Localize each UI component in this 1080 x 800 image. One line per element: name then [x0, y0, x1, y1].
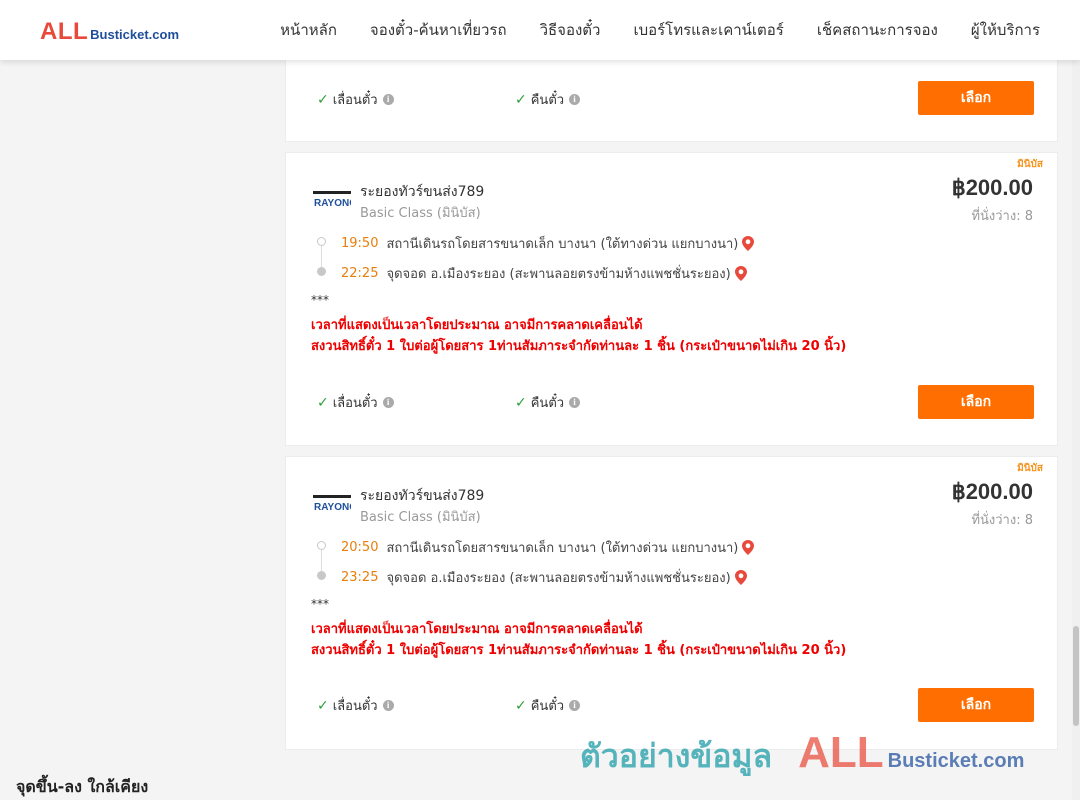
check-icon: ✓	[515, 91, 527, 108]
info-icon[interactable]: i	[382, 94, 394, 105]
operator-logo-icon: RAYONG	[313, 191, 351, 209]
trip-note: สงวนสิทธิ์ตั๋ว 1 ใบต่อผู้โดยสาร 1ท่านสัม…	[311, 339, 847, 354]
nav-how-to-book[interactable]: วิธีจองตั๋ว	[540, 18, 601, 42]
feature-refund-label: คืนตั๋ว	[530, 396, 565, 411]
note-stars: ***	[311, 293, 329, 307]
nearby-points-heading: จุดขึ้น-ลง ใกล้เคียง	[16, 777, 149, 796]
feature-reschedule[interactable]: ✓ เลื่อนตั๋ว i	[317, 89, 394, 110]
map-pin-icon[interactable]	[734, 570, 747, 585]
main-nav: หน้าหลัก จองตั๋ว-ค้นหาเที่ยวรถ วิธีจองตั…	[280, 0, 1040, 60]
departure-time: 19:50	[341, 236, 379, 251]
departure-stop: 20:50 สถานีเดินรถโดยสารขนาดเล็ก บางนา (ใ…	[341, 537, 755, 558]
arrival-stop: 22:25 จุดจอด อ.เมืองระยอง (สะพานลอยตรงข้…	[341, 263, 747, 284]
check-icon: ✓	[515, 394, 527, 411]
arrival-stop: 23:25 จุดจอด อ.เมืองระยอง (สะพานลอยตรงข้…	[341, 567, 747, 588]
feature-refund[interactable]: ✓ คืนตั๋ว i	[515, 392, 581, 413]
select-trip-button[interactable]: เลือก	[918, 385, 1034, 419]
map-pin-icon[interactable]	[734, 266, 747, 281]
feature-refund[interactable]: ✓ คืนตั๋ว i	[515, 695, 581, 716]
feature-reschedule[interactable]: ✓ เลื่อนตั๋ว i	[317, 392, 394, 413]
scrollbar-thumb[interactable]	[1073, 626, 1079, 726]
origin-dot-icon	[317, 541, 326, 550]
info-icon[interactable]: i	[382, 397, 394, 408]
svg-text:RAYONG: RAYONG	[314, 502, 351, 513]
trip-note: เวลาที่แสดงเป็นเวลาโดยประมาณ อาจมีการคลา…	[311, 318, 643, 333]
departure-stop: 19:50 สถานีเดินรถโดยสารขนาดเล็ก บางนา (ใ…	[341, 233, 755, 254]
feature-refund[interactable]: ✓ คืนตั๋ว i	[515, 89, 581, 110]
nav-check-status[interactable]: เช็คสถานะการจอง	[817, 18, 938, 42]
check-icon: ✓	[515, 697, 527, 714]
nav-phone-counter[interactable]: เบอร์โทรและเคาน์เตอร์	[633, 18, 783, 42]
watermark-text: ตัวอย่างข้อมูล	[580, 737, 773, 775]
departure-time: 20:50	[341, 540, 379, 555]
select-trip-button[interactable]: เลือก	[918, 81, 1034, 115]
departure-place: สถานีเดินรถโดยสารขนาดเล็ก บางนา (ใต้ทางด…	[386, 541, 739, 556]
nav-home[interactable]: หน้าหลัก	[280, 18, 337, 42]
info-icon[interactable]: i	[382, 700, 394, 711]
select-trip-button[interactable]: เลือก	[918, 688, 1034, 722]
operator-class: Basic Class (มินิบัส)	[360, 206, 481, 221]
arrival-place: จุดจอด อ.เมืองระยอง (สะพานลอยตรงข้ามห้าง…	[386, 267, 731, 282]
operator-logo-icon: RAYONG	[313, 495, 351, 513]
logo-rest-text: Busticket.com	[90, 27, 180, 42]
trip-note: สงวนสิทธิ์ตั๋ว 1 ใบต่อผู้โดยสาร 1ท่านสัม…	[311, 643, 847, 658]
watermark: ตัวอย่างข้อมูล ALL Busticket.com	[580, 728, 1024, 782]
trip-card: มินิบัส RAYONG ระยองทัวร์ขนส่ง789 Basic …	[285, 152, 1058, 446]
destination-dot-icon	[317, 571, 326, 580]
svg-text:RAYONG: RAYONG	[314, 198, 351, 209]
site-logo[interactable]: ALL Busticket.com	[40, 18, 179, 46]
operator-name: ระยองทัวร์ขนส่ง789	[360, 488, 485, 504]
arrival-time: 22:25	[341, 266, 379, 281]
seats-available: ที่นั่งว่าง: 8	[971, 209, 1033, 224]
feature-reschedule-label: เลื่อนตั๋ว	[332, 93, 378, 108]
feature-reschedule-label: เลื่อนตั๋ว	[332, 396, 378, 411]
info-icon[interactable]: i	[569, 94, 581, 105]
vehicle-badge: มินิบัส	[1017, 463, 1043, 474]
note-stars: ***	[311, 597, 329, 611]
feature-refund-label: คืนตั๋ว	[530, 699, 565, 714]
map-pin-icon[interactable]	[742, 540, 755, 555]
trip-price: ฿200.00	[951, 175, 1033, 200]
info-icon[interactable]: i	[569, 397, 581, 408]
trip-note: เวลาที่แสดงเป็นเวลาโดยประมาณ อาจมีการคลา…	[311, 622, 643, 637]
vehicle-badge: มินิบัส	[1017, 159, 1043, 170]
map-pin-icon[interactable]	[742, 236, 755, 251]
trip-card: มินิบัส RAYONG ระยองทัวร์ขนส่ง789 Basic …	[285, 456, 1058, 750]
check-icon: ✓	[317, 394, 329, 411]
check-icon: ✓	[317, 91, 329, 108]
feature-reschedule[interactable]: ✓ เลื่อนตั๋ว i	[317, 695, 394, 716]
check-icon: ✓	[317, 697, 329, 714]
operator-class: Basic Class (มินิบัส)	[360, 510, 481, 525]
feature-refund-label: คืนตั๋ว	[530, 93, 565, 108]
watermark-logo-main: ALL	[798, 728, 884, 777]
seats-available: ที่นั่งว่าง: 8	[971, 513, 1033, 528]
origin-dot-icon	[317, 237, 326, 246]
nav-book-search[interactable]: จองตั๋ว-ค้นหาเที่ยวรถ	[370, 18, 507, 42]
trip-price: ฿200.00	[951, 479, 1033, 504]
departure-place: สถานีเดินรถโดยสารขนาดเล็ก บางนา (ใต้ทางด…	[386, 237, 739, 252]
site-header: ALL Busticket.com หน้าหลัก จองตั๋ว-ค้นหา…	[0, 0, 1080, 60]
feature-reschedule-label: เลื่อนตั๋ว	[332, 699, 378, 714]
operator-name: ระยองทัวร์ขนส่ง789	[360, 184, 485, 200]
logo-main-text: ALL	[40, 18, 89, 45]
nav-operators[interactable]: ผู้ให้บริการ	[971, 18, 1040, 42]
arrival-time: 23:25	[341, 570, 379, 585]
arrival-place: จุดจอด อ.เมืองระยอง (สะพานลอยตรงข้ามห้าง…	[386, 571, 731, 586]
destination-dot-icon	[317, 267, 326, 276]
info-icon[interactable]: i	[569, 700, 581, 711]
watermark-logo-rest: Busticket.com	[887, 750, 1025, 772]
